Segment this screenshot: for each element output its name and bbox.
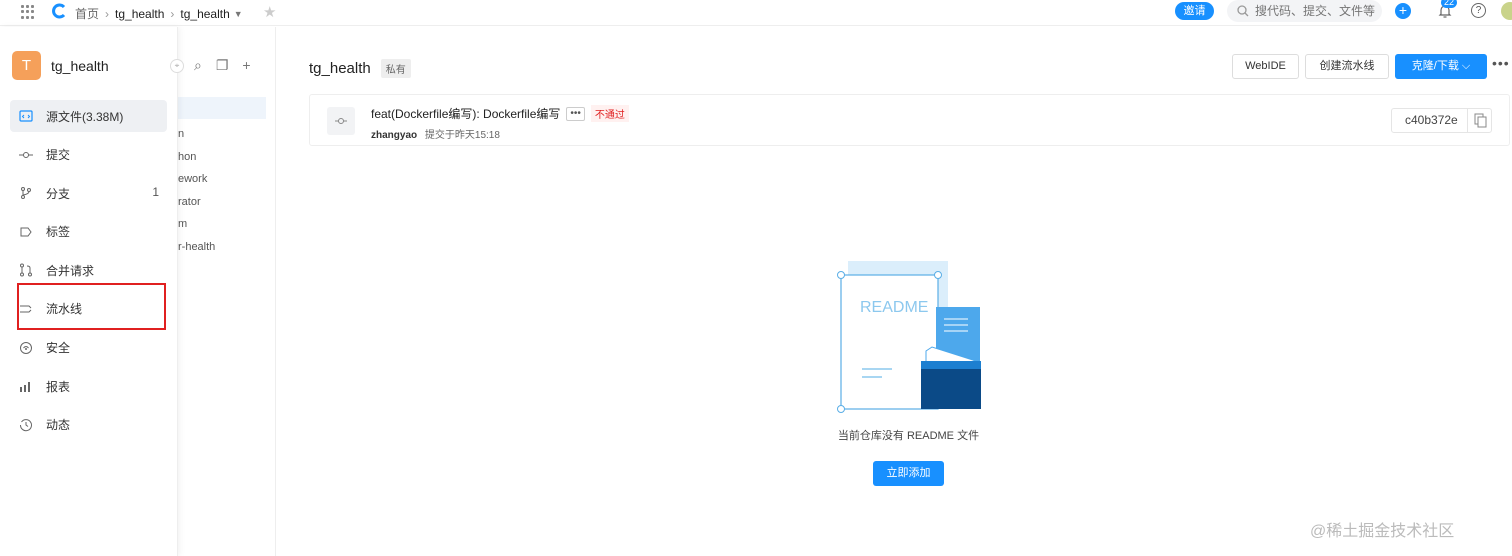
sidebar-item-security[interactable]: 安全 — [10, 332, 167, 364]
merge-request-icon — [20, 263, 32, 277]
sidebar-item-label: 标签 — [46, 225, 71, 240]
more-options-icon[interactable]: ••• — [1492, 55, 1510, 71]
activity-icon — [19, 418, 32, 431]
repo-name: tg_health — [309, 60, 371, 77]
add-icon[interactable]: + — [242, 57, 250, 74]
tree-item[interactable]: n — [178, 123, 215, 146]
sidebar-item-label: 合并请求 — [46, 263, 95, 278]
apps-grid-icon[interactable] — [21, 5, 35, 19]
project-avatar: T — [12, 51, 41, 80]
search-input[interactable] — [1255, 4, 1375, 18]
sidebar-item-label: 分支 — [46, 186, 71, 201]
sidebar-item-label: 报表 — [46, 379, 71, 394]
commit-sha[interactable]: c40b372e — [1391, 108, 1492, 133]
invite-button[interactable]: 邀请 — [1175, 2, 1214, 20]
latest-commit-card: feat(Dockerfile编写): Dockerfile编写 ••• 不通过… — [309, 94, 1510, 146]
tree-list: n hon ework rator m r-health — [178, 123, 215, 258]
tree-selected-row[interactable] — [178, 97, 266, 119]
tree-item[interactable]: hon — [178, 146, 215, 169]
main-content: tg_health 私有 WebIDE 创建流水线 克隆/下载 ⌵ ••• fe… — [276, 27, 1512, 556]
branch-icon — [21, 187, 31, 200]
project-name: tg_health — [51, 57, 109, 74]
breadcrumb-home[interactable]: 首页 — [75, 5, 99, 22]
tag-icon — [20, 227, 32, 237]
sidebar-item-label: 动态 — [46, 418, 71, 433]
search-icon[interactable]: ⌕ — [194, 57, 202, 74]
repo-header: tg_health 私有 — [309, 59, 411, 78]
report-icon — [20, 382, 30, 393]
readme-illustration: README — [837, 261, 981, 413]
breadcrumb-project[interactable]: tg_health — [115, 7, 164, 21]
chevron-right-icon: › — [170, 6, 175, 21]
search-icon — [1237, 5, 1249, 17]
visibility-badge: 私有 — [380, 59, 411, 78]
copy-icon[interactable] — [1467, 109, 1491, 132]
project-header[interactable]: T tg_health — [12, 51, 109, 80]
sidebar-item-reports[interactable]: 报表 — [10, 370, 167, 402]
sidebar-item-label: 提交 — [46, 148, 71, 163]
add-readme-button[interactable]: 立即添加 — [873, 461, 944, 486]
pin-icon[interactable]: ⌖ — [170, 59, 184, 73]
top-bar: 首页 › tg_health › tg_health ▼ ★ 邀请 + 22 ? — [0, 0, 1512, 26]
security-icon — [20, 341, 32, 354]
tree-item[interactable]: r-health — [178, 236, 215, 259]
watermark: @稀土掘金技术社区 — [1310, 523, 1455, 540]
annotation-highlight-box — [17, 283, 166, 330]
tree-item[interactable]: m — [178, 213, 215, 236]
copy-icon[interactable]: ❐ — [216, 57, 229, 74]
webide-button[interactable]: WebIDE — [1232, 54, 1299, 79]
commit-sha-text: c40b372e — [1405, 113, 1458, 127]
commit-file-icon — [327, 107, 355, 135]
sidebar-item-source[interactable]: 源文件(3.38M) — [10, 100, 167, 132]
sidebar-item-merge-requests[interactable]: 合并请求 — [10, 254, 167, 286]
caret-down-icon[interactable]: ▼ — [234, 9, 243, 19]
sidebar-item-commits[interactable]: 提交 — [10, 139, 167, 171]
create-pipeline-button[interactable]: 创建流水线 — [1305, 54, 1389, 79]
pipeline-status-badge[interactable]: 不通过 — [590, 105, 629, 122]
sidebar-item-label: 安全 — [46, 341, 71, 356]
user-avatar[interactable] — [1501, 2, 1512, 20]
file-tree-panel: ⌕ ❐ + n hon ework rator m r-health — [178, 27, 276, 556]
tree-item[interactable]: ework — [178, 168, 215, 191]
commit-author[interactable]: zhangyao — [371, 130, 417, 141]
chevron-right-icon: › — [105, 6, 110, 21]
commit-meta: zhangyao 提交于昨天15:18 — [371, 126, 500, 141]
commit-message[interactable]: feat(Dockerfile编写): Dockerfile编写 — [371, 105, 560, 122]
star-icon[interactable]: ★ — [263, 3, 276, 21]
sidebar-item-branches[interactable]: 分支 1 — [10, 177, 167, 209]
coding-logo-icon[interactable] — [51, 3, 67, 19]
notification-badge: 22 — [1441, 0, 1458, 8]
sidebar-item-activity[interactable]: 动态 — [10, 409, 167, 441]
create-plus-icon[interactable]: + — [1395, 3, 1411, 19]
empty-readme-text: 当前仓库没有 README 文件 — [837, 430, 980, 442]
sidebar-nav: 源文件(3.38M) 提交 分支 1 标签 合并请求 流水线 安全 报表 动态 — [10, 100, 167, 447]
source-icon — [19, 110, 33, 122]
commit-more-button[interactable]: ••• — [566, 106, 585, 121]
search-box[interactable] — [1227, 0, 1382, 22]
commit-icon — [19, 151, 33, 158]
clone-download-button[interactable]: 克隆/下载 ⌵ — [1395, 54, 1487, 79]
breadcrumb: 首页 › tg_health › tg_health ▼ — [75, 5, 243, 22]
tree-item[interactable]: rator — [178, 191, 215, 214]
tree-toolbar: ⌕ ❐ + — [194, 57, 251, 74]
sidebar-item-label: 源文件(3.38M) — [46, 109, 124, 124]
help-icon[interactable]: ? — [1471, 3, 1486, 18]
readme-illustration-text: README — [860, 299, 928, 316]
commit-message-row: feat(Dockerfile编写): Dockerfile编写 ••• 不通过 — [371, 105, 629, 122]
sidebar-item-tags[interactable]: 标签 — [10, 216, 167, 248]
branch-count: 1 — [152, 185, 159, 200]
commit-time: 提交于昨天15:18 — [424, 130, 500, 141]
breadcrumb-repo[interactable]: tg_health — [180, 7, 229, 21]
